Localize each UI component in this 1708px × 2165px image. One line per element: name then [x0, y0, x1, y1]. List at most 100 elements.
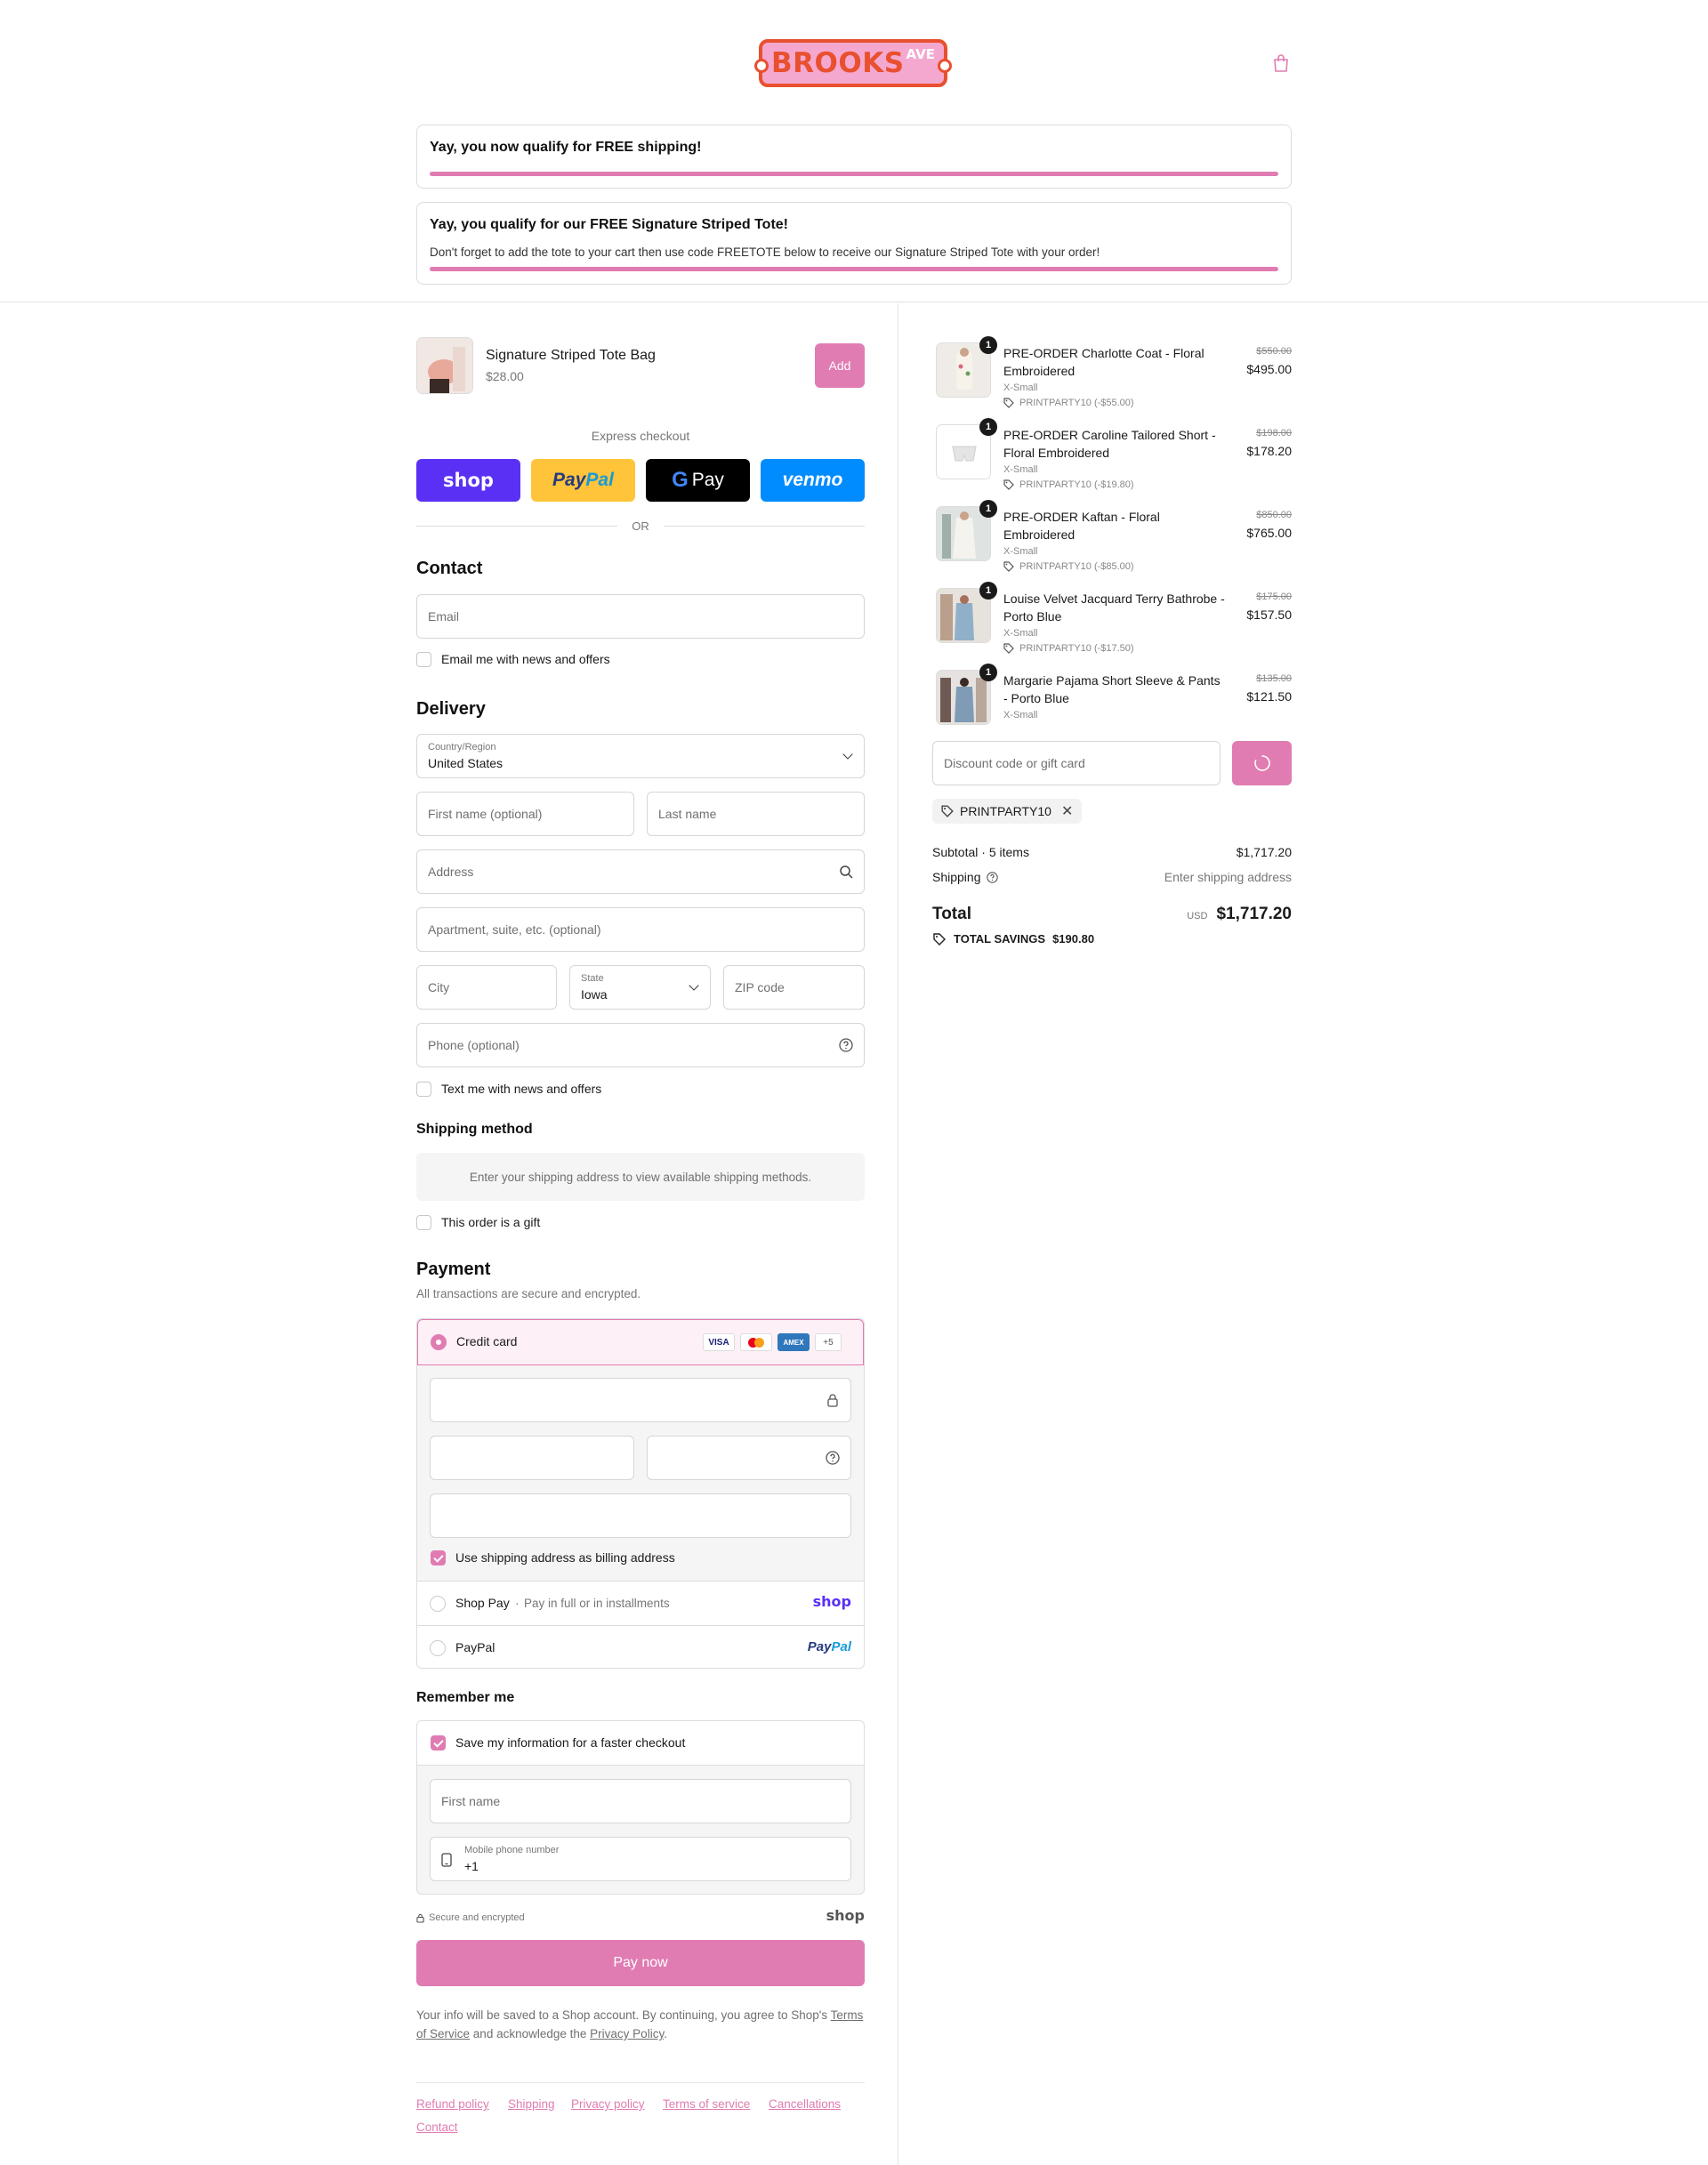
item-price: $765.00 [1246, 526, 1292, 540]
lock-icon [827, 1394, 838, 1407]
shopping-bag-icon[interactable] [1272, 53, 1290, 73]
card-expiry-input[interactable] [430, 1436, 634, 1480]
save-info-row[interactable]: Save my information for a faster checkou… [417, 1721, 864, 1766]
email-placeholder: Email [428, 609, 460, 624]
item-name: PRE-ORDER Caroline Tailored Short - Flor… [1003, 428, 1216, 460]
shop-pay-label: Shop Pay [455, 1596, 510, 1610]
state-select[interactable]: State Iowa [569, 965, 711, 1010]
remember-me-heading: Remember me [416, 1690, 515, 1705]
zip-input[interactable]: ZIP code [723, 965, 865, 1010]
paypal-option[interactable]: PayPal PayPal [417, 1625, 864, 1668]
payment-subtitle: All transactions are secure and encrypte… [416, 1287, 641, 1300]
venmo-logo: venmo [782, 470, 843, 490]
paypal-logo-part2: Pal [585, 470, 614, 490]
item-discount: PRINTPARTY10 (-$55.00) [1003, 398, 1134, 408]
lock-icon [416, 1913, 424, 1923]
brand-logo[interactable]: BROOKS AVE [754, 39, 952, 87]
order-item: 1 PRE-ORDER Kaftan - Floral Embroidered … [932, 500, 1292, 588]
shipping-link[interactable]: Shipping [508, 2097, 555, 2111]
city-input[interactable]: City [416, 965, 557, 1010]
free-shipping-banner: Yay, you now qualify for FREE shipping! [416, 125, 1292, 189]
shipping-method-notice: Enter your shipping address to view avai… [469, 1170, 812, 1184]
last-name-input[interactable]: Last name [647, 792, 865, 836]
contact-heading: Contact [416, 559, 483, 578]
free-tote-progress [430, 267, 1278, 271]
free-tote-message: Don't forget to add the tote to your car… [430, 245, 1100, 259]
tag-icon [1003, 643, 1014, 654]
upsell-thumbnail [416, 337, 473, 394]
remove-discount-close-icon[interactable]: ✕ [1061, 802, 1073, 820]
card-number-input[interactable] [430, 1378, 851, 1422]
remember-first-name-input[interactable]: First name [430, 1779, 851, 1823]
privacy-policy-link[interactable]: Privacy Policy [590, 2027, 664, 2040]
venmo-express-button[interactable]: venmo [761, 459, 865, 502]
phone-input[interactable]: Phone (optional) [416, 1023, 865, 1067]
item-name: Margarie Pajama Short Sleeve & Pants - P… [1003, 673, 1221, 705]
pay-now-button[interactable]: Pay now [416, 1940, 865, 1986]
email-input[interactable]: Email [416, 594, 865, 639]
country-select[interactable]: Country/Region United States [416, 734, 865, 778]
gift-checkbox[interactable] [416, 1215, 431, 1230]
paypal-radio[interactable] [430, 1640, 446, 1656]
secure-encrypted-label: Secure and encrypted [429, 1912, 525, 1923]
item-discount-label: PRINTPARTY10 (-$19.80) [1019, 479, 1134, 490]
google-g-icon: G [672, 468, 689, 492]
privacy-policy-footer-link[interactable]: Privacy policy [571, 2097, 645, 2111]
total-amount: USD $1,717.20 [1187, 905, 1292, 924]
free-tote-title: Yay, you qualify for our FREE Signature … [430, 217, 789, 232]
help-icon[interactable] [986, 871, 998, 883]
cancellations-link[interactable]: Cancellations [769, 2097, 841, 2111]
mobile-phone-input[interactable]: Mobile phone number +1 [430, 1837, 851, 1881]
discount-code-input[interactable]: Discount code or gift card [932, 741, 1221, 785]
add-upsell-button[interactable]: Add [815, 343, 865, 388]
mobile-phone-value: +1 [464, 1859, 479, 1873]
visa-icon: VISA [703, 1333, 735, 1351]
tag-icon [1003, 479, 1014, 490]
billing-same-label: Use shipping address as billing address [455, 1550, 675, 1565]
google-pay-express-button[interactable]: G Pay [646, 459, 750, 502]
express-checkout-label: Express checkout [591, 429, 690, 443]
email-news-label: Email me with news and offers [441, 652, 610, 666]
address-input[interactable]: Address [416, 849, 865, 894]
country-value: United States [428, 756, 504, 770]
applied-discount-chip: PRINTPARTY10 ✕ [932, 799, 1083, 824]
credit-card-radio[interactable] [431, 1334, 447, 1350]
apply-discount-button[interactable] [1232, 741, 1292, 785]
card-cvv-input[interactable] [647, 1436, 851, 1480]
paypal-express-button[interactable]: Pay Pal [531, 459, 635, 502]
shop-pay-radio[interactable] [430, 1596, 446, 1612]
help-icon[interactable] [839, 1038, 853, 1052]
item-original-price: $135.00 [1256, 673, 1292, 684]
terms-of-service-footer-link[interactable]: Terms of service [663, 2097, 750, 2111]
total-value: $1,717.20 [1216, 905, 1292, 923]
logo-superscript: AVE [906, 46, 935, 62]
shop-pay-sep: · [515, 1596, 520, 1610]
paypal-logo-part2: Pal [831, 1639, 851, 1654]
shop-pay-option[interactable]: Shop Pay · Pay in full or in installment… [417, 1581, 864, 1625]
card-fields-area: Use shipping address as billing address [417, 1365, 864, 1581]
shop-pay-express-button[interactable]: shop [416, 459, 520, 502]
text-news-checkbox[interactable] [416, 1082, 431, 1097]
help-icon[interactable] [826, 1451, 840, 1465]
legal-text-part3: . [664, 2027, 667, 2040]
loading-spinner-icon [1253, 755, 1270, 771]
apartment-input[interactable]: Apartment, suite, etc. (optional) [416, 907, 865, 952]
discount-code-placeholder: Discount code or gift card [944, 756, 1085, 770]
paypal-logo-part1: Pay [552, 470, 586, 490]
mastercard-circle-orange [754, 1337, 764, 1348]
email-news-checkbox[interactable] [416, 652, 431, 667]
contact-link[interactable]: Contact [416, 2121, 458, 2134]
free-tote-banner: Yay, you qualify for our FREE Signature … [416, 202, 1292, 285]
credit-card-option[interactable]: Credit card VISA AMEX +5 [417, 1319, 864, 1365]
first-name-input[interactable]: First name (optional) [416, 792, 634, 836]
order-item: 1 Louise Velvet Jacquard Terry Bathrobe … [932, 582, 1292, 670]
billing-same-checkbox[interactable] [431, 1550, 446, 1565]
tag-icon [1003, 398, 1014, 408]
item-variant: X-Small [1003, 382, 1038, 393]
more-cards-badge: +5 [815, 1333, 842, 1351]
payment-heading: Payment [416, 1260, 491, 1279]
item-price: $121.50 [1246, 689, 1292, 704]
save-info-checkbox[interactable] [431, 1735, 446, 1751]
refund-policy-link[interactable]: Refund policy [416, 2097, 489, 2111]
card-name-input[interactable] [430, 1493, 851, 1538]
